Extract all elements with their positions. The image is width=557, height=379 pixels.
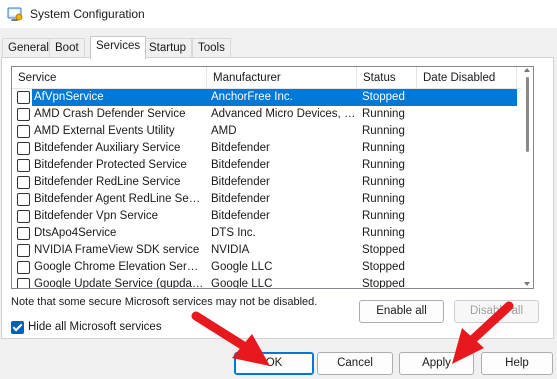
table-row[interactable]: AMD External Events Utility AMD Running bbox=[12, 123, 521, 140]
service-status: Running bbox=[362, 142, 405, 154]
table-row[interactable]: Bitdefender Vpn Service Bitdefender Runnin… bbox=[12, 208, 521, 225]
service-status: Running bbox=[362, 159, 405, 171]
service-status: Running bbox=[362, 193, 405, 205]
service-checkbox[interactable] bbox=[17, 91, 30, 104]
apply-button[interactable]: Apply bbox=[399, 352, 474, 375]
service-checkbox[interactable] bbox=[17, 244, 30, 257]
service-status: Running bbox=[362, 227, 405, 239]
checkbox-checked-icon[interactable] bbox=[11, 320, 24, 334]
table-row[interactable]: AfVpnService AnchorFree Inc. Stopped bbox=[12, 89, 521, 106]
service-checkbox[interactable] bbox=[17, 142, 30, 155]
help-label: Help bbox=[505, 357, 529, 369]
tab-tools[interactable]: Tools bbox=[192, 38, 231, 58]
service-checkbox[interactable] bbox=[17, 193, 30, 206]
table-row[interactable]: AMD Crash Defender Service Advanced Micro… bbox=[12, 106, 521, 123]
cancel-button[interactable]: Cancel bbox=[317, 352, 393, 375]
table-row[interactable]: DtsApo4Service DTS Inc. Running bbox=[12, 225, 521, 242]
table-row[interactable]: Google Chrome Elevation Servic... Google … bbox=[12, 259, 521, 276]
service-manufacturer: Bitdefender bbox=[211, 210, 270, 222]
service-manufacturer: NVIDIA bbox=[211, 244, 250, 256]
service-manufacturer: Bitdefender bbox=[211, 142, 270, 154]
hide-microsoft-services-checkbox[interactable]: Hide all Microsoft services bbox=[11, 319, 162, 335]
service-status: Running bbox=[362, 108, 405, 120]
tab-general[interactable]: General bbox=[2, 38, 55, 58]
disable-all-label: Disable all bbox=[469, 305, 524, 317]
service-checkbox[interactable] bbox=[17, 159, 30, 172]
service-checkbox[interactable] bbox=[17, 108, 30, 121]
service-manufacturer: Bitdefender bbox=[211, 193, 270, 205]
table-row[interactable]: Bitdefender Protected Service Bitdefender… bbox=[12, 157, 521, 174]
apply-label: Apply bbox=[422, 357, 451, 369]
service-status: Stopped bbox=[362, 261, 405, 273]
column-header-date-disabled[interactable]: Date Disabled bbox=[417, 67, 517, 89]
service-status: Stopped bbox=[362, 244, 405, 256]
enable-all-button[interactable]: Enable all bbox=[359, 300, 444, 323]
title-bar: System Configuration bbox=[0, 0, 557, 28]
service-manufacturer: Bitdefender bbox=[211, 176, 270, 188]
service-name: DtsApo4Service bbox=[34, 227, 117, 239]
service-name: Bitdefender Agent RedLine Service bbox=[34, 193, 204, 205]
service-manufacturer: AnchorFree Inc. bbox=[211, 91, 293, 103]
service-name: AMD External Events Utility bbox=[34, 125, 175, 137]
table-row[interactable]: Google Update Service (gupdate) Google LL… bbox=[12, 276, 521, 289]
disable-all-button: Disable all bbox=[454, 300, 539, 323]
vertical-scrollbar[interactable] bbox=[521, 67, 533, 288]
service-status: Stopped bbox=[362, 278, 405, 289]
help-button[interactable]: Help bbox=[481, 352, 553, 375]
enable-all-label: Enable all bbox=[376, 305, 427, 317]
msconfig-icon bbox=[7, 7, 23, 21]
scroll-thumb[interactable] bbox=[526, 77, 529, 152]
window-title: System Configuration bbox=[30, 7, 145, 21]
tab-services[interactable]: Services bbox=[90, 36, 147, 59]
service-manufacturer: DTS Inc. bbox=[211, 227, 256, 239]
service-name: Bitdefender Auxiliary Service bbox=[34, 142, 181, 154]
service-status: Running bbox=[362, 176, 405, 188]
cancel-label: Cancel bbox=[337, 357, 373, 369]
service-manufacturer: Advanced Micro Devices, I... bbox=[211, 108, 356, 120]
service-checkbox[interactable] bbox=[17, 125, 30, 138]
service-checkbox[interactable] bbox=[17, 278, 30, 288]
ok-label: OK bbox=[265, 357, 283, 369]
table-row[interactable]: Bitdefender Agent RedLine Service Bitdefe… bbox=[12, 191, 521, 208]
service-name: Google Update Service (gupdate) bbox=[34, 278, 204, 289]
table-row[interactable]: NVIDIA FrameView SDK service NVIDIA Stoppe… bbox=[12, 242, 521, 259]
services-list[interactable]: Service Manufacturer Status Date Disable… bbox=[11, 66, 534, 289]
table-row[interactable]: Bitdefender RedLine Service Bitdefender Ru… bbox=[12, 174, 521, 191]
service-manufacturer: Google LLC bbox=[211, 278, 273, 289]
secure-services-note: Note that some secure Microsoft services… bbox=[11, 296, 318, 308]
service-manufacturer: Bitdefender bbox=[211, 159, 270, 171]
service-status: Running bbox=[362, 210, 405, 222]
table-row[interactable]: Bitdefender Auxiliary Service Bitdefender… bbox=[12, 140, 521, 157]
service-name: AMD Crash Defender Service bbox=[34, 108, 186, 120]
tab-boot[interactable]: Boot bbox=[49, 38, 85, 58]
tab-startup[interactable]: Startup bbox=[143, 38, 193, 58]
service-name: Bitdefender Vpn Service bbox=[34, 210, 159, 222]
service-name: Bitdefender RedLine Service bbox=[34, 176, 181, 188]
service-manufacturer: Google LLC bbox=[211, 261, 273, 273]
rows-container: AfVpnService AnchorFree Inc. Stopped AMD Cr… bbox=[12, 89, 521, 289]
column-header-status[interactable]: Status bbox=[357, 67, 417, 89]
scroll-down-icon[interactable] bbox=[524, 282, 530, 286]
service-name: Google Chrome Elevation Servic... bbox=[34, 261, 204, 273]
service-checkbox[interactable] bbox=[17, 227, 30, 240]
service-status: Running bbox=[362, 125, 405, 137]
service-checkbox[interactable] bbox=[17, 176, 30, 189]
list-header: Service Manufacturer Status Date Disable… bbox=[12, 67, 533, 89]
column-header-manufacturer[interactable]: Manufacturer bbox=[207, 67, 357, 89]
service-checkbox[interactable] bbox=[17, 210, 30, 223]
service-name: Bitdefender Protected Service bbox=[34, 159, 187, 171]
service-name: AfVpnService bbox=[34, 91, 104, 103]
tab-strip: General Boot Services Startup Tools bbox=[0, 36, 557, 59]
service-name: NVIDIA FrameView SDK service bbox=[34, 244, 200, 256]
service-manufacturer: AMD bbox=[211, 125, 237, 137]
ok-button[interactable]: OK bbox=[234, 352, 314, 375]
column-header-service[interactable]: Service bbox=[12, 67, 207, 89]
hide-microsoft-services-label: Hide all Microsoft services bbox=[28, 321, 162, 333]
service-checkbox[interactable] bbox=[17, 261, 30, 274]
service-status: Stopped bbox=[362, 91, 405, 103]
scroll-up-icon[interactable] bbox=[524, 68, 530, 72]
